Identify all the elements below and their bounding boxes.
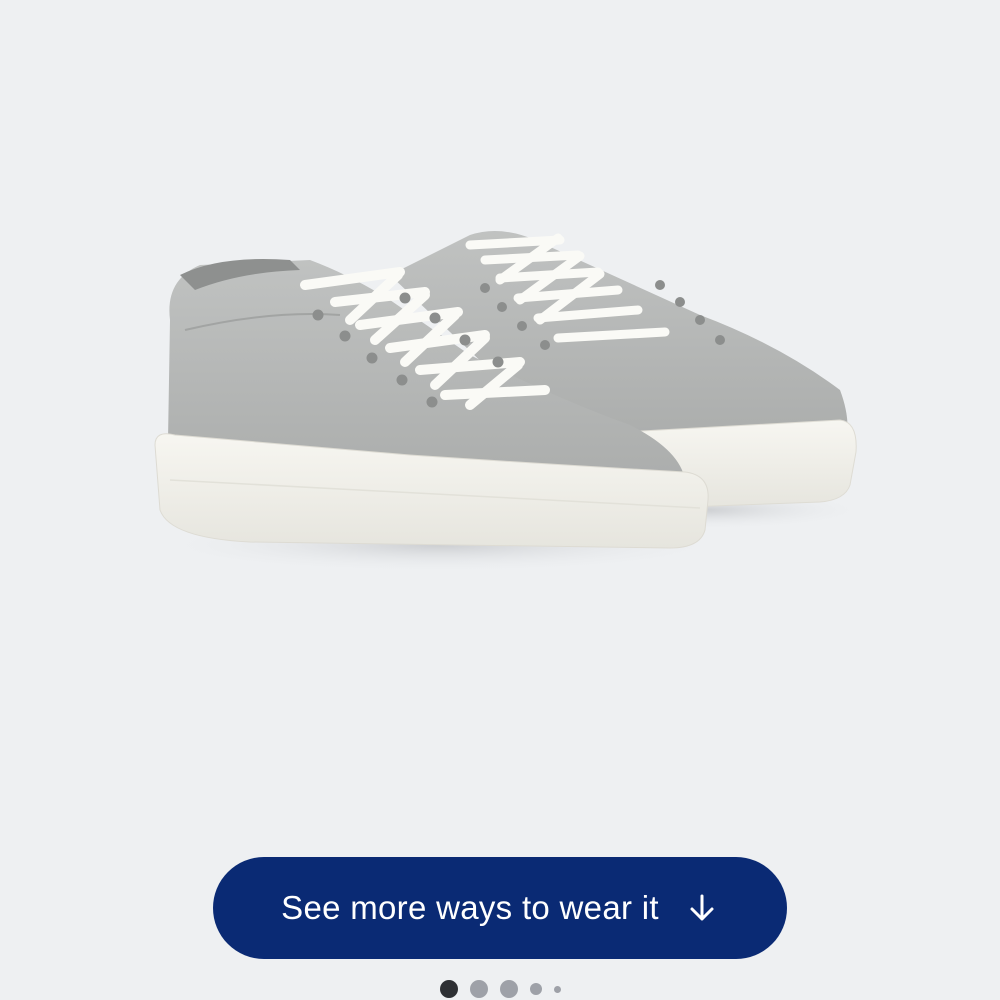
carousel-dot-5[interactable]: [553, 985, 561, 993]
product-image: [150, 231, 870, 573]
see-more-ways-label: See more ways to wear it: [281, 889, 659, 926]
arrow-down-icon: [690, 894, 714, 921]
product-gallery: See more ways to wear it: [0, 0, 1000, 1000]
carousel-dot-2[interactable]: [469, 980, 488, 998]
carousel-pagination: [0, 978, 1000, 1000]
carousel-dot-1[interactable]: [439, 980, 458, 998]
see-more-ways-button[interactable]: See more ways to wear it: [213, 857, 787, 959]
carousel-dot-4[interactable]: [529, 983, 542, 995]
carousel-dot-3[interactable]: [499, 980, 518, 998]
